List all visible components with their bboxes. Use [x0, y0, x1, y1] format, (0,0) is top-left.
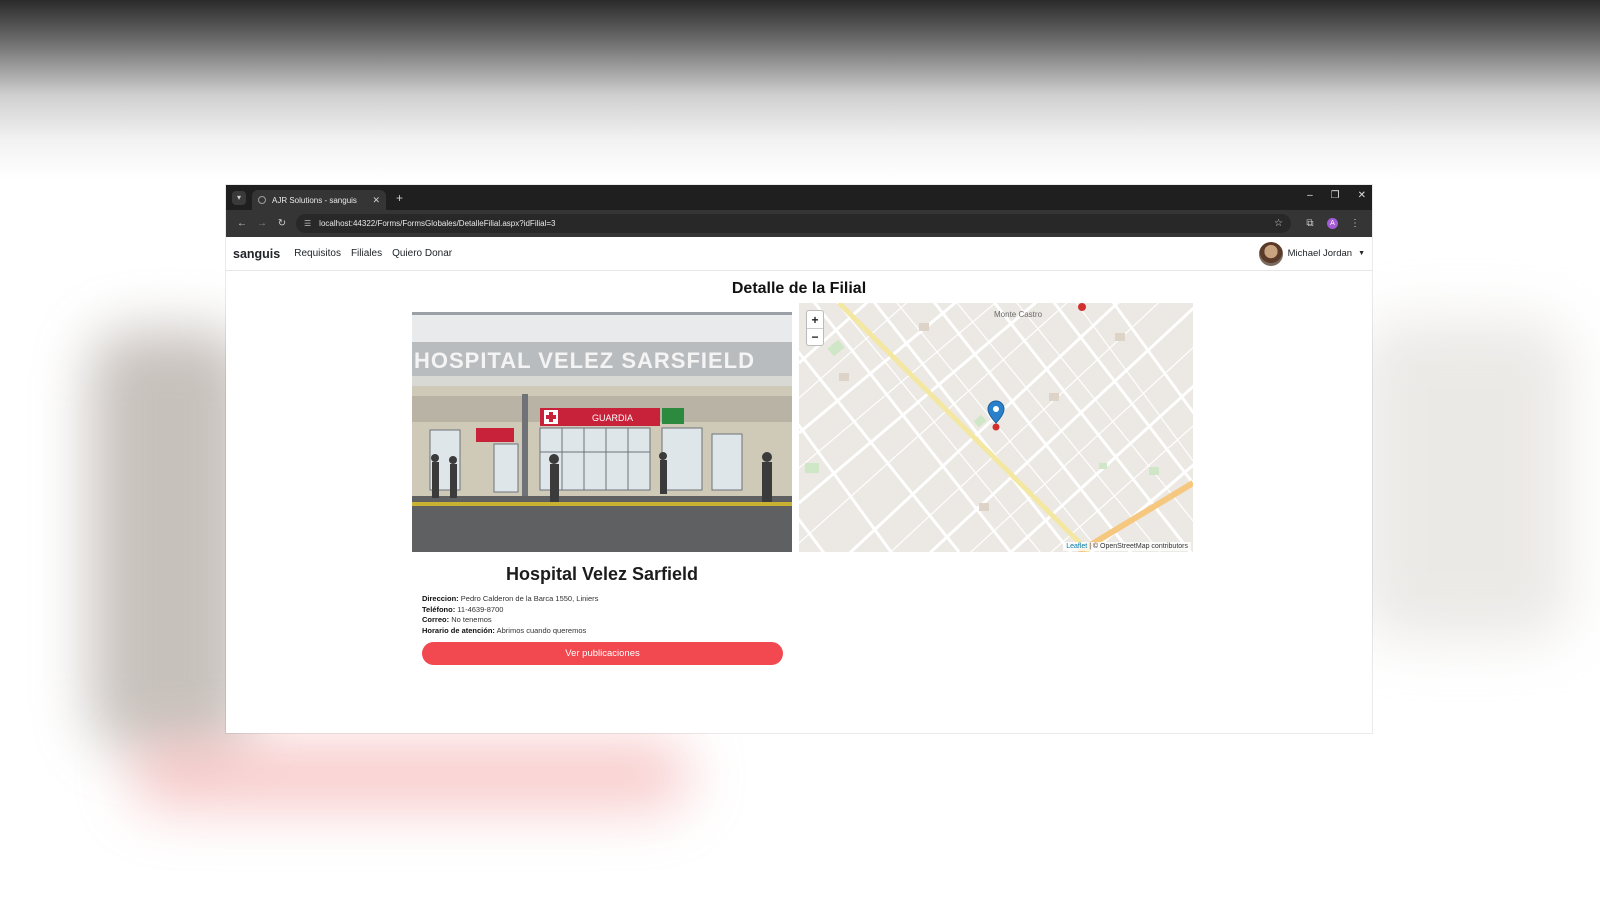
window-controls: – ❐ ✕: [1307, 190, 1366, 201]
user-name: Michael Jordan: [1287, 248, 1353, 259]
detail-telefono: Teléfono: 11-4639-8700: [422, 604, 504, 614]
ver-publicaciones-button[interactable]: Ver publicaciones: [422, 642, 783, 665]
back-icon[interactable]: ←: [232, 218, 252, 229]
map-attribution: Leaflet | © OpenStreetMap contributors: [1063, 542, 1191, 551]
nav-link-filiales[interactable]: Filiales: [351, 248, 382, 259]
site-info-icon[interactable]: ☰: [304, 219, 311, 228]
detail-correo: Correo: No tenemos: [422, 615, 492, 624]
url-text: localhost:44322/Forms/FormsGlobales/Deta…: [319, 219, 556, 228]
brand-logo[interactable]: sanguis: [233, 247, 280, 261]
extensions-icon[interactable]: ⧉: [1299, 218, 1321, 229]
map-zoom-control: + −: [806, 310, 824, 346]
avatar: [1258, 241, 1283, 266]
zoom-out-button[interactable]: −: [807, 328, 823, 345]
caret-down-icon: ▼: [1358, 250, 1365, 257]
detail-horario: Horario de atención: Abrimos cuando quer…: [422, 625, 587, 635]
leaflet-link[interactable]: Leaflet: [1066, 543, 1087, 550]
nav-link-quiero-donar[interactable]: Quiero Donar: [392, 248, 452, 259]
bookmark-star-icon[interactable]: ☆: [1274, 218, 1283, 229]
hospital-sign-text: HOSPITAL VELEZ SARSFIELD: [414, 348, 755, 373]
tab-favicon-icon: [258, 196, 266, 204]
browser-window: ▾ AJR Solutions - sanguis ✕ + – ❐ ✕ ← → …: [226, 185, 1372, 733]
hospital-photo: HOSPITAL VELEZ SARSFIELD GUARDIA: [412, 312, 792, 552]
browser-menu-icon[interactable]: ⋮: [1344, 218, 1366, 229]
page-content: sanguis Requisitos Filiales Quiero Donar…: [226, 237, 1372, 733]
background-blur-right: [1360, 320, 1570, 640]
address-bar[interactable]: ☰ localhost:44322/Forms/FormsGlobales/De…: [296, 214, 1291, 233]
detail-direccion: Direccion: Pedro Calderon de la Barca 15…: [422, 594, 599, 603]
osm-attribution: | © OpenStreetMap contributors: [1087, 543, 1188, 550]
nav-link-requisitos[interactable]: Requisitos: [294, 248, 341, 259]
hospital-name: Hospital Velez Sarfield: [505, 564, 699, 584]
zoom-in-button[interactable]: +: [807, 311, 823, 328]
minimize-icon[interactable]: –: [1307, 190, 1313, 201]
tab-strip: ▾ AJR Solutions - sanguis ✕ + – ❐ ✕: [226, 185, 1372, 210]
forward-icon[interactable]: →: [252, 218, 272, 229]
new-tab-icon[interactable]: +: [396, 191, 403, 205]
browser-toolbar: ← → ↻ ☰ localhost:44322/Forms/FormsGloba…: [226, 210, 1372, 237]
profile-avatar[interactable]: A: [1327, 218, 1338, 229]
browser-tab[interactable]: AJR Solutions - sanguis ✕: [252, 190, 386, 210]
hospital-details: Direccion: Pedro Calderon de la Barca 15…: [422, 594, 598, 636]
restore-icon[interactable]: ❐: [1331, 190, 1340, 201]
reload-icon[interactable]: ↻: [272, 218, 292, 229]
user-menu[interactable]: Michael Jordan ▼: [1258, 241, 1365, 266]
map-place-label: Monte Castro: [994, 310, 1043, 319]
close-tab-icon[interactable]: ✕: [372, 195, 380, 206]
close-window-icon[interactable]: ✕: [1358, 190, 1366, 201]
location-map[interactable]: Monte Castro + − Leaflet | © OpenStreetM…: [799, 303, 1193, 552]
guardia-sign-text: GUARDIA: [592, 413, 633, 423]
background-blur-red: [130, 740, 690, 810]
site-navbar: sanguis Requisitos Filiales Quiero Donar…: [226, 237, 1372, 271]
tab-search-icon[interactable]: ▾: [232, 190, 246, 205]
tab-title: AJR Solutions - sanguis: [272, 195, 357, 205]
page-title: Detalle de la Filial: [731, 280, 867, 297]
